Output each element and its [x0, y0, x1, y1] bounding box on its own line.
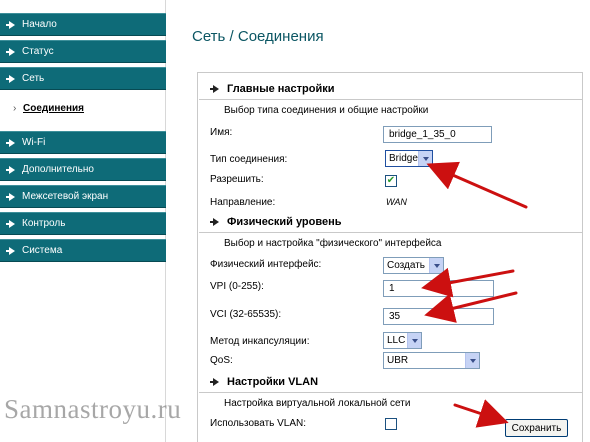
- arrow-right-icon: [6, 219, 15, 228]
- arrow-right-icon: [6, 20, 15, 29]
- sidebar-item-label: Система: [22, 245, 63, 256]
- chevron-down-icon: [465, 353, 479, 368]
- arrow-right-icon: [6, 246, 15, 255]
- sidebar-item-wifi[interactable]: Wi-Fi: [0, 131, 166, 154]
- sidebar-item-system[interactable]: Система: [0, 239, 166, 262]
- section-description: Выбор типа соединения и общие настройки: [224, 105, 429, 116]
- section-title: Настройки VLAN: [227, 376, 319, 388]
- sidebar-item-network[interactable]: Сеть: [0, 67, 166, 90]
- vpi-input[interactable]: [383, 280, 494, 297]
- chevron-down-icon: [418, 151, 432, 166]
- sidebar-item-label: Статус: [22, 46, 54, 57]
- arrow-right-icon: [210, 218, 219, 226]
- arrow-right-icon: [210, 85, 219, 93]
- section-description: Настройка виртуальной локальной сети: [224, 398, 411, 409]
- save-button[interactable]: Сохранить: [505, 419, 568, 437]
- name-input[interactable]: [383, 126, 492, 143]
- arrow-right-icon: [6, 192, 15, 201]
- divider: [199, 392, 582, 393]
- chevron-down-icon: [429, 258, 443, 273]
- direction-label: Направление:: [210, 197, 276, 208]
- sidebar-item-label: Межсетевой экран: [22, 191, 109, 202]
- vci-input[interactable]: [383, 308, 494, 325]
- watermark: Samnastroyu.ru: [4, 394, 182, 424]
- qos-label: QoS:: [210, 355, 233, 366]
- section-vlan-header: Настройки VLAN: [210, 376, 319, 388]
- section-physical-header: Физический уровень: [210, 216, 342, 228]
- encapsulation-value: LLC: [387, 335, 406, 346]
- arrow-right-icon: [6, 74, 15, 83]
- sidebar-item-status[interactable]: Статус: [0, 40, 166, 63]
- physical-interface-select[interactable]: Создать: [383, 257, 444, 274]
- use-vlan-checkbox[interactable]: [385, 418, 397, 430]
- vci-label: VCI (32-65535):: [210, 309, 282, 320]
- use-vlan-label: Использовать VLAN:: [210, 418, 307, 429]
- section-title: Главные настройки: [227, 83, 335, 95]
- arrow-right-icon: [210, 378, 219, 386]
- checkmark-icon: ✔: [386, 175, 396, 186]
- connection-type-value: Bridge: [389, 153, 418, 164]
- arrow-right-icon: [6, 165, 15, 174]
- direction-value: WAN: [386, 197, 407, 207]
- connection-type-select[interactable]: Bridge: [385, 150, 433, 167]
- physical-interface-value: Создать: [387, 260, 426, 271]
- qos-select[interactable]: UBR: [383, 352, 480, 369]
- sidebar-item-label: Дополнительно: [22, 164, 94, 175]
- sidebar-item-firewall[interactable]: Межсетевой экран: [0, 185, 166, 208]
- arrow-right-icon: [6, 47, 15, 56]
- sidebar-item-start[interactable]: Начало: [0, 13, 166, 36]
- section-main-settings-header: Главные настройки: [210, 83, 335, 95]
- qos-value: UBR: [387, 355, 409, 366]
- sidebar-subitem-connections[interactable]: Соединения: [23, 103, 84, 114]
- page-title: Сеть / Соединения: [192, 28, 324, 45]
- arrow-right-icon: [6, 138, 15, 147]
- section-description: Выбор и настройка "физического" интерфей…: [224, 238, 442, 249]
- name-label: Имя:: [210, 127, 233, 138]
- physical-interface-label: Физический интерфейс:: [210, 259, 322, 270]
- sidebar-item-label: Wi-Fi: [22, 137, 46, 148]
- connection-type-label: Тип соединения:: [210, 154, 288, 165]
- sidebar-item-label: Начало: [22, 19, 57, 30]
- enable-checkbox[interactable]: ✔: [385, 175, 397, 187]
- encapsulation-label: Метод инкапсуляции:: [210, 336, 310, 347]
- encapsulation-select[interactable]: LLC: [383, 332, 422, 349]
- sidebar-item-advanced[interactable]: Дополнительно: [0, 158, 166, 181]
- divider: [199, 99, 582, 100]
- divider: [199, 232, 582, 233]
- sidebar-item-label: Сеть: [22, 73, 45, 84]
- vpi-label: VPI (0-255):: [210, 281, 264, 292]
- enable-label: Разрешить:: [210, 174, 264, 185]
- sidebar-item-control[interactable]: Контроль: [0, 212, 166, 235]
- chevron-down-icon: [407, 333, 421, 348]
- sub-bullet-icon: ›: [13, 103, 17, 114]
- section-title: Физический уровень: [227, 216, 342, 228]
- sidebar-nav: Начало Статус Сеть › Соединения Wi-Fi До…: [0, 0, 166, 442]
- sidebar-item-label: Контроль: [22, 218, 66, 229]
